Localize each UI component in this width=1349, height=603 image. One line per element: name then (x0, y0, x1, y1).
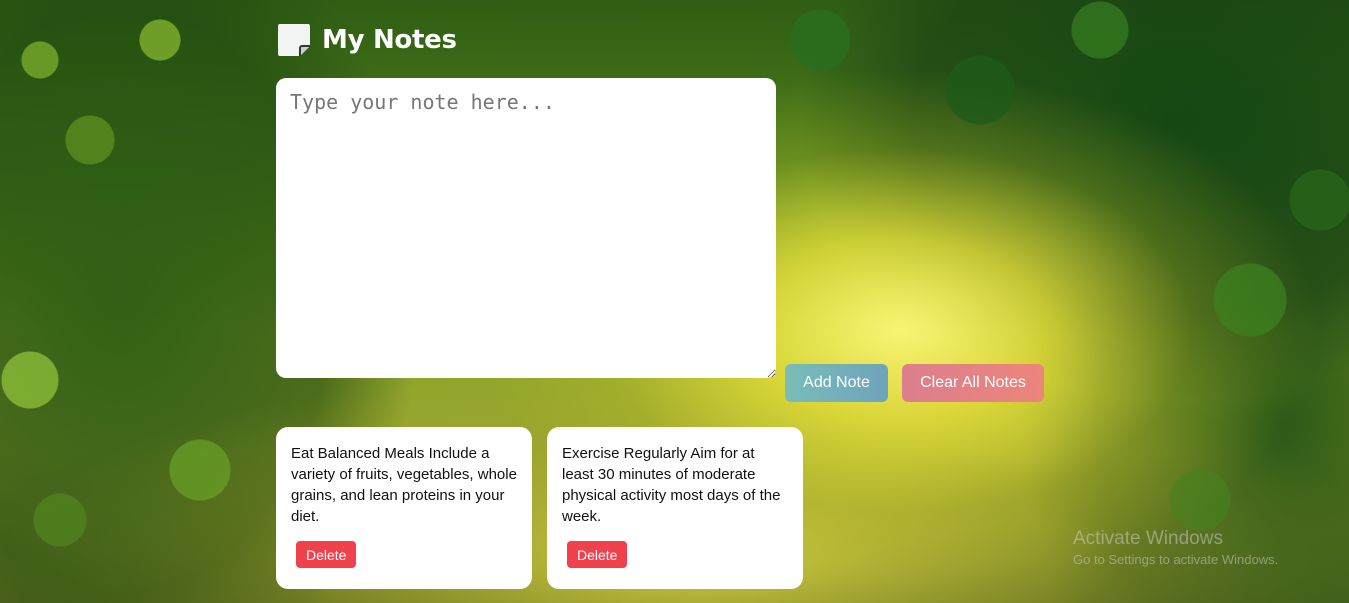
activate-windows-watermark: Activate Windows Go to Settings to activ… (1073, 528, 1278, 567)
delete-note-button[interactable]: Delete (567, 541, 628, 568)
notes-app: My Notes Add Note Clear All Notes Eat Ba… (276, 20, 1056, 589)
page-title: My Notes (322, 25, 457, 55)
header: My Notes (276, 20, 1056, 60)
delete-note-button[interactable]: Delete (296, 541, 357, 568)
watermark-subtitle: Go to Settings to activate Windows. (1073, 552, 1279, 567)
note-textarea[interactable] (276, 78, 776, 378)
editor-row: Add Note Clear All Notes (276, 78, 1056, 402)
note-text: Exercise Regularly Aim for at least 30 m… (562, 445, 781, 525)
notes-list: Eat Balanced Meals Include a variety of … (276, 427, 803, 589)
add-note-button[interactable]: Add Note (785, 364, 888, 402)
watermark-title: Activate Windows (1073, 528, 1223, 549)
note-text: Eat Balanced Meals Include a variety of … (291, 445, 517, 525)
clear-all-notes-button[interactable]: Clear All Notes (902, 364, 1044, 402)
note-card: Exercise Regularly Aim for at least 30 m… (547, 427, 803, 589)
note-card: Eat Balanced Meals Include a variety of … (276, 427, 532, 589)
sticky-note-icon (276, 22, 312, 58)
